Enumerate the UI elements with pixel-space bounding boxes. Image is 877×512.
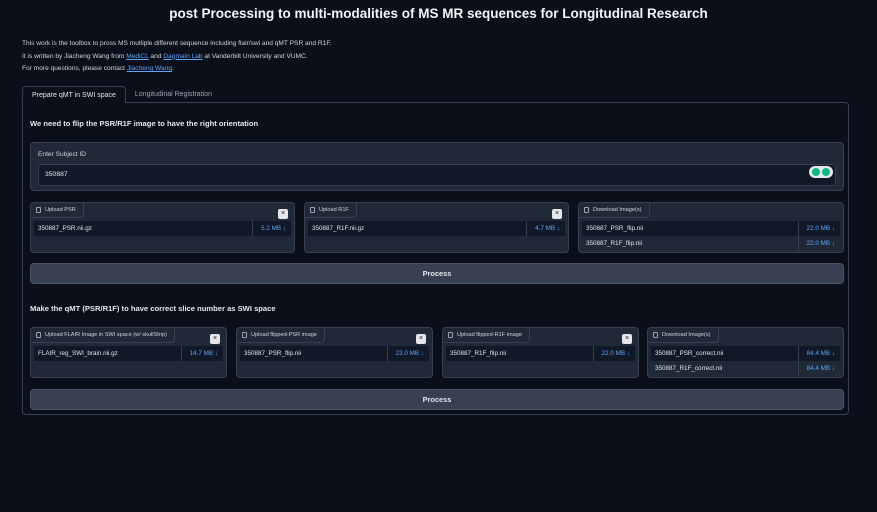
file-row: 350887_R1F_flip.nii 22.0 MB ↓ <box>582 236 840 251</box>
upload-r1f-label: Upload R1F <box>305 203 357 218</box>
upload-psr-label-text: Upload PSR <box>45 207 76 213</box>
section1-heading: We need to flip the PSR/R1F image to hav… <box>30 119 259 128</box>
intro-line-3-suffix: . <box>172 65 174 72</box>
upload-flair-label: Upload FLAIR Image in SWI space (w/ skul… <box>31 328 175 343</box>
download-corrected-label: Download Image(s) <box>648 328 719 343</box>
intro-line-1: This work is the toolbox to pross MS mut… <box>22 40 332 47</box>
upload-flipped-psr-block[interactable]: Upload flipped-PSR image × 350887_PSR_fl… <box>236 327 433 378</box>
contact-link[interactable]: Jiacheng Wang <box>127 65 172 72</box>
file-name: 350887_R1F_correct.nii <box>655 365 723 372</box>
close-icon[interactable]: × <box>552 209 562 219</box>
file-row: 350887_PSR_flip.nii 22.0 MB ↓ <box>240 346 429 361</box>
tab-panel-prepare-qmt: We need to flip the PSR/R1F image to hav… <box>22 102 849 415</box>
file-row: 350887_R1F_correct.nii 84.4 MB ↓ <box>651 361 840 376</box>
close-icon[interactable]: × <box>622 334 632 344</box>
upload-flair-label-text: Upload FLAIR Image in SWI space (w/ skul… <box>45 332 167 338</box>
tab-bar: Prepare qMT in SWI space Longitudinal Re… <box>22 86 221 103</box>
file-name: 350887_R1F_flip.nii <box>450 350 507 357</box>
download-corrected-block: Download Image(s) 350887_PSR_correct.nii… <box>647 327 844 378</box>
close-icon[interactable]: × <box>210 334 220 344</box>
file-name: 350887_R1F_flip.nii <box>586 240 643 247</box>
download-corrected-label-text: Download Image(s) <box>662 332 711 338</box>
file-icon <box>36 332 41 338</box>
tab-prepare-qmt[interactable]: Prepare qMT in SWI space <box>22 86 126 103</box>
intro-line-2-prefix: It is written by Jiacheng Wang from <box>22 52 127 60</box>
file-size-download-link[interactable]: 22.0 MB ↓ <box>386 346 429 361</box>
file-row: 350887_PSR_correct.nii 84.4 MB ↓ <box>651 346 840 361</box>
extension-dot-1 <box>811 168 820 176</box>
upload-flair-block[interactable]: Upload FLAIR Image in SWI space (w/ skul… <box>30 327 227 378</box>
file-name: FLAIR_reg_SWI_brain.nii.gz <box>38 350 118 357</box>
file-icon <box>448 332 453 338</box>
page-title: post Processing to multi-modalities of M… <box>169 6 708 21</box>
intro-line-3: For more questions, please contact Jiach… <box>22 63 331 76</box>
download-images-block: Download Image(s) 350887_PSR_flip.nii 22… <box>578 202 844 253</box>
file-size-download-link[interactable]: 22.0 MB ↓ <box>797 221 840 236</box>
file-size-download-link[interactable]: 5.2 MB ↓ <box>252 221 291 236</box>
file-name: 350887_PSR_flip.nii <box>586 225 644 232</box>
upload-flipped-r1f-label-text: Upload flipped-R1F image <box>457 332 522 338</box>
file-size-download-link[interactable]: 84.4 MB ↓ <box>797 361 840 376</box>
file-icon <box>36 207 41 213</box>
file-name: 350887_PSR_flip.nii <box>244 350 302 357</box>
file-size-download-link[interactable]: 22.0 MB ↓ <box>592 346 635 361</box>
upload-flipped-r1f-block[interactable]: Upload flipped-R1F image × 350887_R1F_fl… <box>442 327 639 378</box>
upload-flipped-psr-label-text: Upload flipped-PSR image <box>251 332 317 338</box>
intro-line-2: It is written by Jiacheng Wang from Medi… <box>22 51 331 64</box>
close-icon[interactable]: × <box>416 334 426 344</box>
intro-line-2-suffix: at Vanderbilt University and VUMC. <box>202 52 308 60</box>
upload-psr-label: Upload PSR <box>31 203 84 218</box>
download-images-label: Download Image(s) <box>579 203 650 218</box>
file-icon <box>242 332 247 338</box>
extension-badge <box>809 166 833 178</box>
file-size-download-link[interactable]: 14.7 MB ↓ <box>180 346 223 361</box>
file-name: 350887_PSR_correct.nii <box>655 350 724 357</box>
file-size-download-link[interactable]: 4.7 MB ↓ <box>526 221 565 236</box>
file-row: FLAIR_reg_SWI_brain.nii.gz 14.7 MB ↓ <box>34 346 223 361</box>
extension-dot-2 <box>822 168 831 176</box>
download-images-label-text: Download Image(s) <box>593 207 642 213</box>
tab-longitudinal-registration[interactable]: Longitudinal Registration <box>126 86 221 103</box>
file-row: 350887_PSR.nii.gz 5.2 MB ↓ <box>34 221 291 236</box>
intro-text: This work is the toolbox to pross MS mut… <box>22 38 331 76</box>
file-size-download-link[interactable]: 84.4 MB ↓ <box>797 346 840 361</box>
upload-r1f-label-text: Upload R1F <box>319 207 349 213</box>
file-name: 350887_PSR.nii.gz <box>38 225 92 232</box>
intro-line-2-and: and <box>148 52 164 60</box>
file-name: 350887_R1F.nii.gz <box>312 225 365 232</box>
subject-id-input[interactable]: 350887 <box>38 164 836 186</box>
intro-line-3-prefix: For more questions, please contact <box>22 65 127 72</box>
file-row: 350887_R1F_flip.nii 22.0 MB ↓ <box>446 346 635 361</box>
upload-r1f-block[interactable]: Upload R1F × 350887_R1F.nii.gz 4.7 MB ↓ <box>304 202 569 253</box>
subject-id-label: Enter Subject ID <box>38 151 87 158</box>
upload-flipped-psr-label: Upload flipped-PSR image <box>237 328 325 343</box>
file-icon <box>310 207 315 213</box>
dagmain-lab-link[interactable]: Dagmain Lab <box>163 53 202 60</box>
upload-flipped-r1f-label: Upload flipped-R1F image <box>443 328 530 343</box>
close-icon[interactable]: × <box>278 209 288 219</box>
file-icon <box>653 332 658 338</box>
file-row: 350887_PSR_flip.nii 22.0 MB ↓ <box>582 221 840 236</box>
section2-heading: Make the qMT (PSR/R1F) to have correct s… <box>30 304 276 313</box>
subject-id-block: Enter Subject ID 350887 <box>30 142 844 191</box>
process-flip-button[interactable]: Process <box>30 263 844 284</box>
file-icon <box>584 207 589 213</box>
upload-psr-block[interactable]: Upload PSR × 350887_PSR.nii.gz 5.2 MB ↓ <box>30 202 295 253</box>
file-row: 350887_R1F.nii.gz 4.7 MB ↓ <box>308 221 565 236</box>
medicl-link[interactable]: MediCL <box>126 53 148 60</box>
process-correct-button[interactable]: Process <box>30 389 844 410</box>
file-size-download-link[interactable]: 22.0 MB ↓ <box>797 236 840 251</box>
